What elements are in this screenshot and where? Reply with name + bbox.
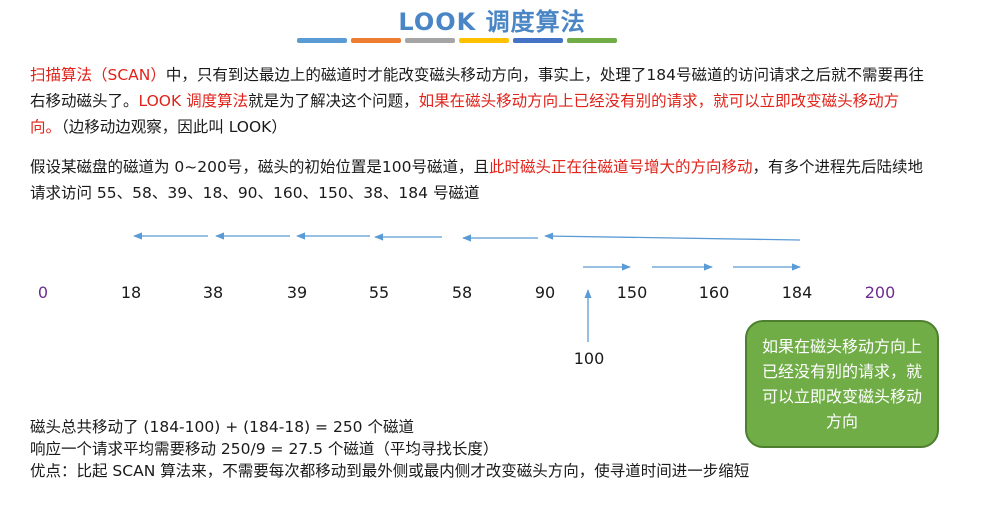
track-label-39: 39	[286, 283, 308, 302]
track-label-0: 0	[37, 283, 49, 302]
stats-total-movement: 磁头总共移动了 (184-100) + (184-18) = 250 个磁道	[30, 418, 414, 436]
track-label-90: 90	[534, 283, 556, 302]
move-left-1	[544, 232, 801, 241]
stats-average-seek: 响应一个请求平均需要移动 250/9 = 27.5 个磁道（平均寻找长度）	[30, 440, 499, 458]
track-label-18: 18	[120, 283, 142, 302]
track-label-184: 184	[781, 283, 813, 302]
stats-advantage: 优点：比起 SCAN 算法来，不需要每次都移动到最外侧或最内侧才改变磁头方向，使…	[30, 462, 750, 480]
track-label-200: 200	[864, 283, 896, 302]
track-label-150: 150	[616, 283, 648, 302]
stats-block: 磁头总共移动了 (184-100) + (184-18) = 250 个磁道 响…	[30, 416, 910, 482]
start-position-label: 100	[573, 349, 605, 368]
track-label-58: 58	[451, 283, 473, 302]
track-label-160: 160	[698, 283, 730, 302]
track-label-38: 38	[202, 283, 224, 302]
track-label-55: 55	[368, 283, 390, 302]
